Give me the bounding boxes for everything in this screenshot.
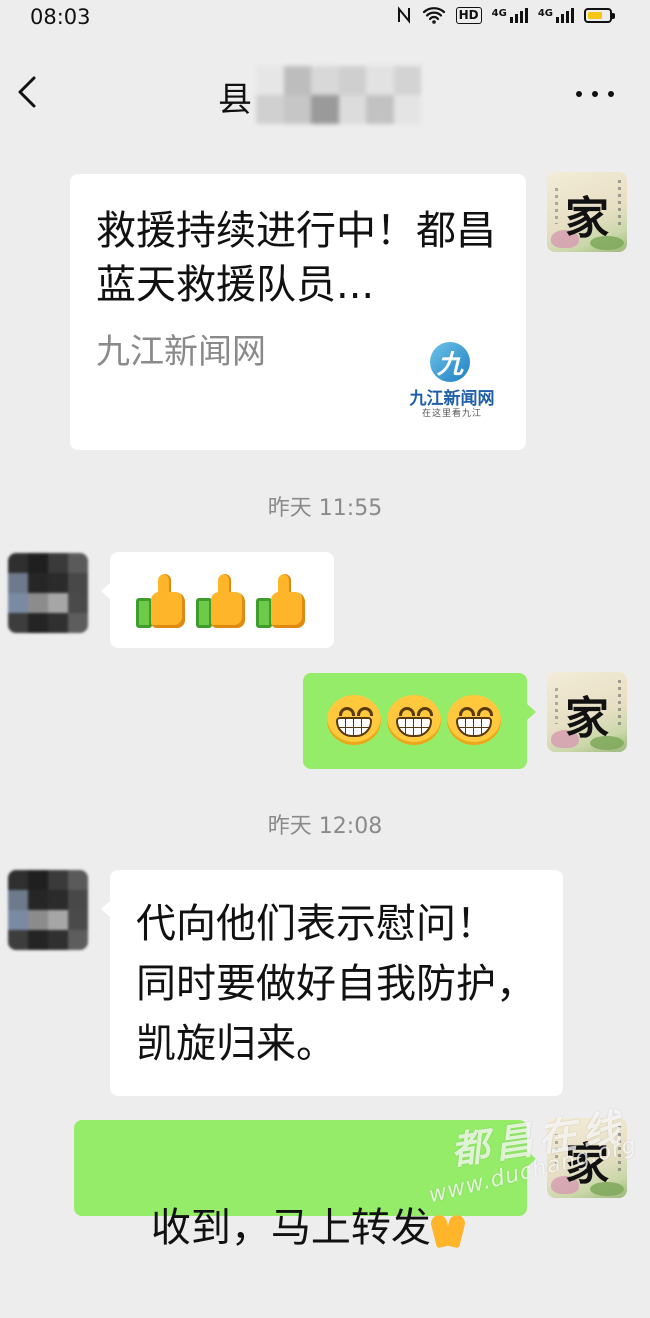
status-time: 08:03 <box>30 5 91 29</box>
signal-icon-2: 4G <box>538 7 574 23</box>
nfc-icon <box>397 6 410 24</box>
news-logo: 九 九江新闻网 在这里看九江 <box>400 342 504 422</box>
avatar[interactable]: 家 <box>547 672 627 752</box>
title-mosaic <box>256 66 421 124</box>
more-dot <box>608 91 614 97</box>
status-bar: 08:03 HD 4G 4G <box>0 0 650 34</box>
grin-icon <box>327 691 383 747</box>
link-card-source: 九江新闻网 <box>96 332 266 372</box>
signal-icon-1: 4G <box>492 7 528 23</box>
grin-icon <box>387 691 443 747</box>
avatar[interactable]: 家 <box>547 172 627 252</box>
hd-badge: HD <box>455 6 482 24</box>
text-message[interactable]: 收到，马上转发 <box>74 1120 536 1251</box>
more-dot <box>576 91 582 97</box>
link-card-title: 救援持续进行中！都昌蓝天救援队员... <box>96 208 496 308</box>
more-dot <box>592 91 598 97</box>
chat-title: 县 <box>218 80 252 120</box>
grin-icon <box>447 691 503 747</box>
wifi-icon <box>422 7 445 24</box>
avatar[interactable] <box>8 870 88 950</box>
thumbs-up-icon <box>136 574 193 631</box>
thumbs-up-icon <box>256 574 313 631</box>
message-text: 收到，马上转发 <box>150 1205 431 1251</box>
link-card-message[interactable]: 救援持续进行中！都昌蓝天救援队员... 九江新闻网 九 九江新闻网 在这里看九江 <box>70 174 526 450</box>
timestamp: 昨天 11:55 <box>267 496 383 521</box>
text-message[interactable]: 代向他们表示慰问！ 同时要做好自我防护， 凯旋归来。 <box>101 870 563 1096</box>
thumbs-up-icon <box>196 574 253 631</box>
status-icons: HD 4G 4G <box>396 6 615 24</box>
back-button[interactable] <box>10 70 50 114</box>
chevron-left-icon <box>18 76 36 108</box>
chat-header: 县 <box>0 44 650 140</box>
battery-icon <box>584 7 615 23</box>
emoji-message[interactable] <box>101 552 334 648</box>
avatar[interactable]: 家 <box>547 1118 627 1198</box>
message-text: 代向他们表示慰问！ 同时要做好自我防护， 凯旋归来。 <box>136 901 536 1067</box>
more-button[interactable] <box>576 88 614 100</box>
timestamp: 昨天 12:08 <box>267 814 383 839</box>
emoji-message[interactable] <box>303 673 536 769</box>
avatar[interactable] <box>8 553 88 633</box>
